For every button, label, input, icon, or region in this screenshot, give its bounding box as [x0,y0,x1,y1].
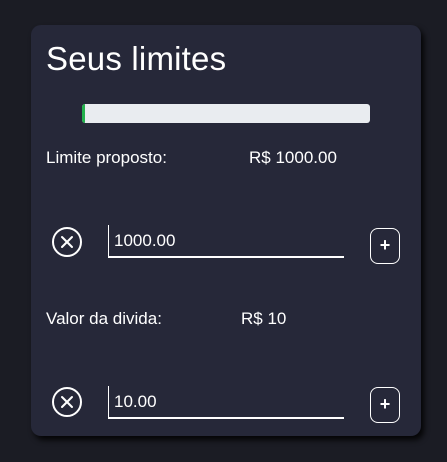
increase-limit-button[interactable]: + [370,228,400,264]
limit-progress-bar [82,104,370,123]
limit-progress-fill [82,104,85,123]
debt-value-amount: R$ 10 [241,309,287,328]
debt-value-label: Valor da divida: [46,309,162,328]
limit-input[interactable] [114,231,334,251]
debt-input[interactable] [114,392,334,412]
close-icon [61,236,73,248]
limit-input-field [108,225,344,258]
card-title: Seus limites [46,40,227,77]
clear-limit-button[interactable] [52,227,82,257]
debt-input-field [108,386,344,419]
clear-debt-button[interactable] [52,387,82,417]
proposed-limit-value: R$ 1000.00 [249,148,337,167]
increase-debt-button[interactable]: + [370,387,400,423]
close-icon [61,396,73,408]
limits-card: Seus limites Limite proposto: R$ 1000.00… [31,25,421,436]
proposed-limit-label: Limite proposto: [46,148,167,167]
